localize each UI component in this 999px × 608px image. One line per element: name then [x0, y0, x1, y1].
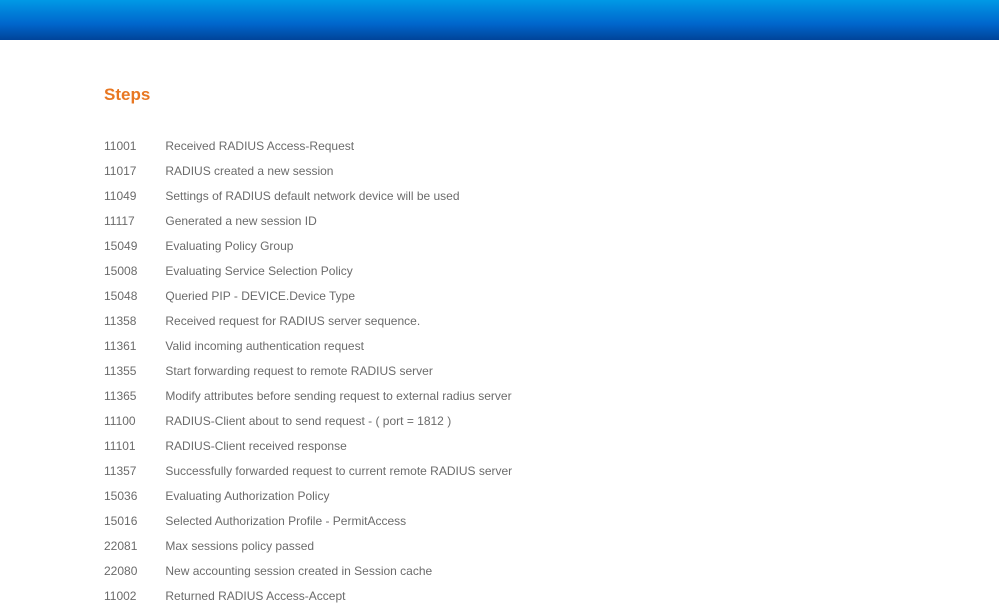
table-row: 15049Evaluating Policy Group [104, 233, 512, 258]
table-row: 15016Selected Authorization Profile - Pe… [104, 508, 512, 533]
header-bar [0, 0, 999, 40]
step-description: Received request for RADIUS server seque… [165, 308, 512, 333]
step-description: Generated a new session ID [165, 208, 512, 233]
step-description: Evaluating Service Selection Policy [165, 258, 512, 283]
step-code: 22081 [104, 533, 165, 558]
step-code: 15008 [104, 258, 165, 283]
step-code: 11049 [104, 183, 165, 208]
table-row: 11117Generated a new session ID [104, 208, 512, 233]
step-description: RADIUS created a new session [165, 158, 512, 183]
step-description: Queried PIP - DEVICE.Device Type [165, 283, 512, 308]
table-row: 11365Modify attributes before sending re… [104, 383, 512, 408]
step-code: 15048 [104, 283, 165, 308]
table-row: 11355Start forwarding request to remote … [104, 358, 512, 383]
step-description: Returned RADIUS Access-Accept [165, 583, 512, 608]
step-description: RADIUS-Client received response [165, 433, 512, 458]
step-description: Evaluating Policy Group [165, 233, 512, 258]
step-code: 11355 [104, 358, 165, 383]
steps-table-body: 11001Received RADIUS Access-Request11017… [104, 133, 512, 608]
table-row: 11358Received request for RADIUS server … [104, 308, 512, 333]
step-description: Evaluating Authorization Policy [165, 483, 512, 508]
table-row: 15008Evaluating Service Selection Policy [104, 258, 512, 283]
step-code: 11101 [104, 433, 165, 458]
step-description: Successfully forwarded request to curren… [165, 458, 512, 483]
step-description: Valid incoming authentication request [165, 333, 512, 358]
step-code: 11002 [104, 583, 165, 608]
step-code: 15036 [104, 483, 165, 508]
table-row: 11049Settings of RADIUS default network … [104, 183, 512, 208]
table-row: 22080New accounting session created in S… [104, 558, 512, 583]
step-description: New accounting session created in Sessio… [165, 558, 512, 583]
step-description: RADIUS-Client about to send request - ( … [165, 408, 512, 433]
table-row: 11017RADIUS created a new session [104, 158, 512, 183]
content-area: Steps 11001Received RADIUS Access-Reques… [0, 40, 999, 608]
steps-heading: Steps [104, 85, 999, 105]
step-description: Max sessions policy passed [165, 533, 512, 558]
table-row: 11361Valid incoming authentication reque… [104, 333, 512, 358]
table-row: 15036Evaluating Authorization Policy [104, 483, 512, 508]
table-row: 11001Received RADIUS Access-Request [104, 133, 512, 158]
step-code: 15016 [104, 508, 165, 533]
step-code: 22080 [104, 558, 165, 583]
step-code: 11365 [104, 383, 165, 408]
step-description: Modify attributes before sending request… [165, 383, 512, 408]
step-code: 11358 [104, 308, 165, 333]
table-row: 11101RADIUS-Client received response [104, 433, 512, 458]
step-code: 11357 [104, 458, 165, 483]
step-code: 15049 [104, 233, 165, 258]
table-row: 11100RADIUS-Client about to send request… [104, 408, 512, 433]
table-row: 11357Successfully forwarded request to c… [104, 458, 512, 483]
step-code: 11117 [104, 208, 165, 233]
steps-table: 11001Received RADIUS Access-Request11017… [104, 133, 512, 608]
table-row: 11002Returned RADIUS Access-Accept [104, 583, 512, 608]
step-description: Start forwarding request to remote RADIU… [165, 358, 512, 383]
step-code: 11100 [104, 408, 165, 433]
table-row: 22081Max sessions policy passed [104, 533, 512, 558]
step-code: 11017 [104, 158, 165, 183]
step-code: 11001 [104, 133, 165, 158]
step-description: Received RADIUS Access-Request [165, 133, 512, 158]
step-description: Selected Authorization Profile - PermitA… [165, 508, 512, 533]
step-description: Settings of RADIUS default network devic… [165, 183, 512, 208]
table-row: 15048Queried PIP - DEVICE.Device Type [104, 283, 512, 308]
step-code: 11361 [104, 333, 165, 358]
